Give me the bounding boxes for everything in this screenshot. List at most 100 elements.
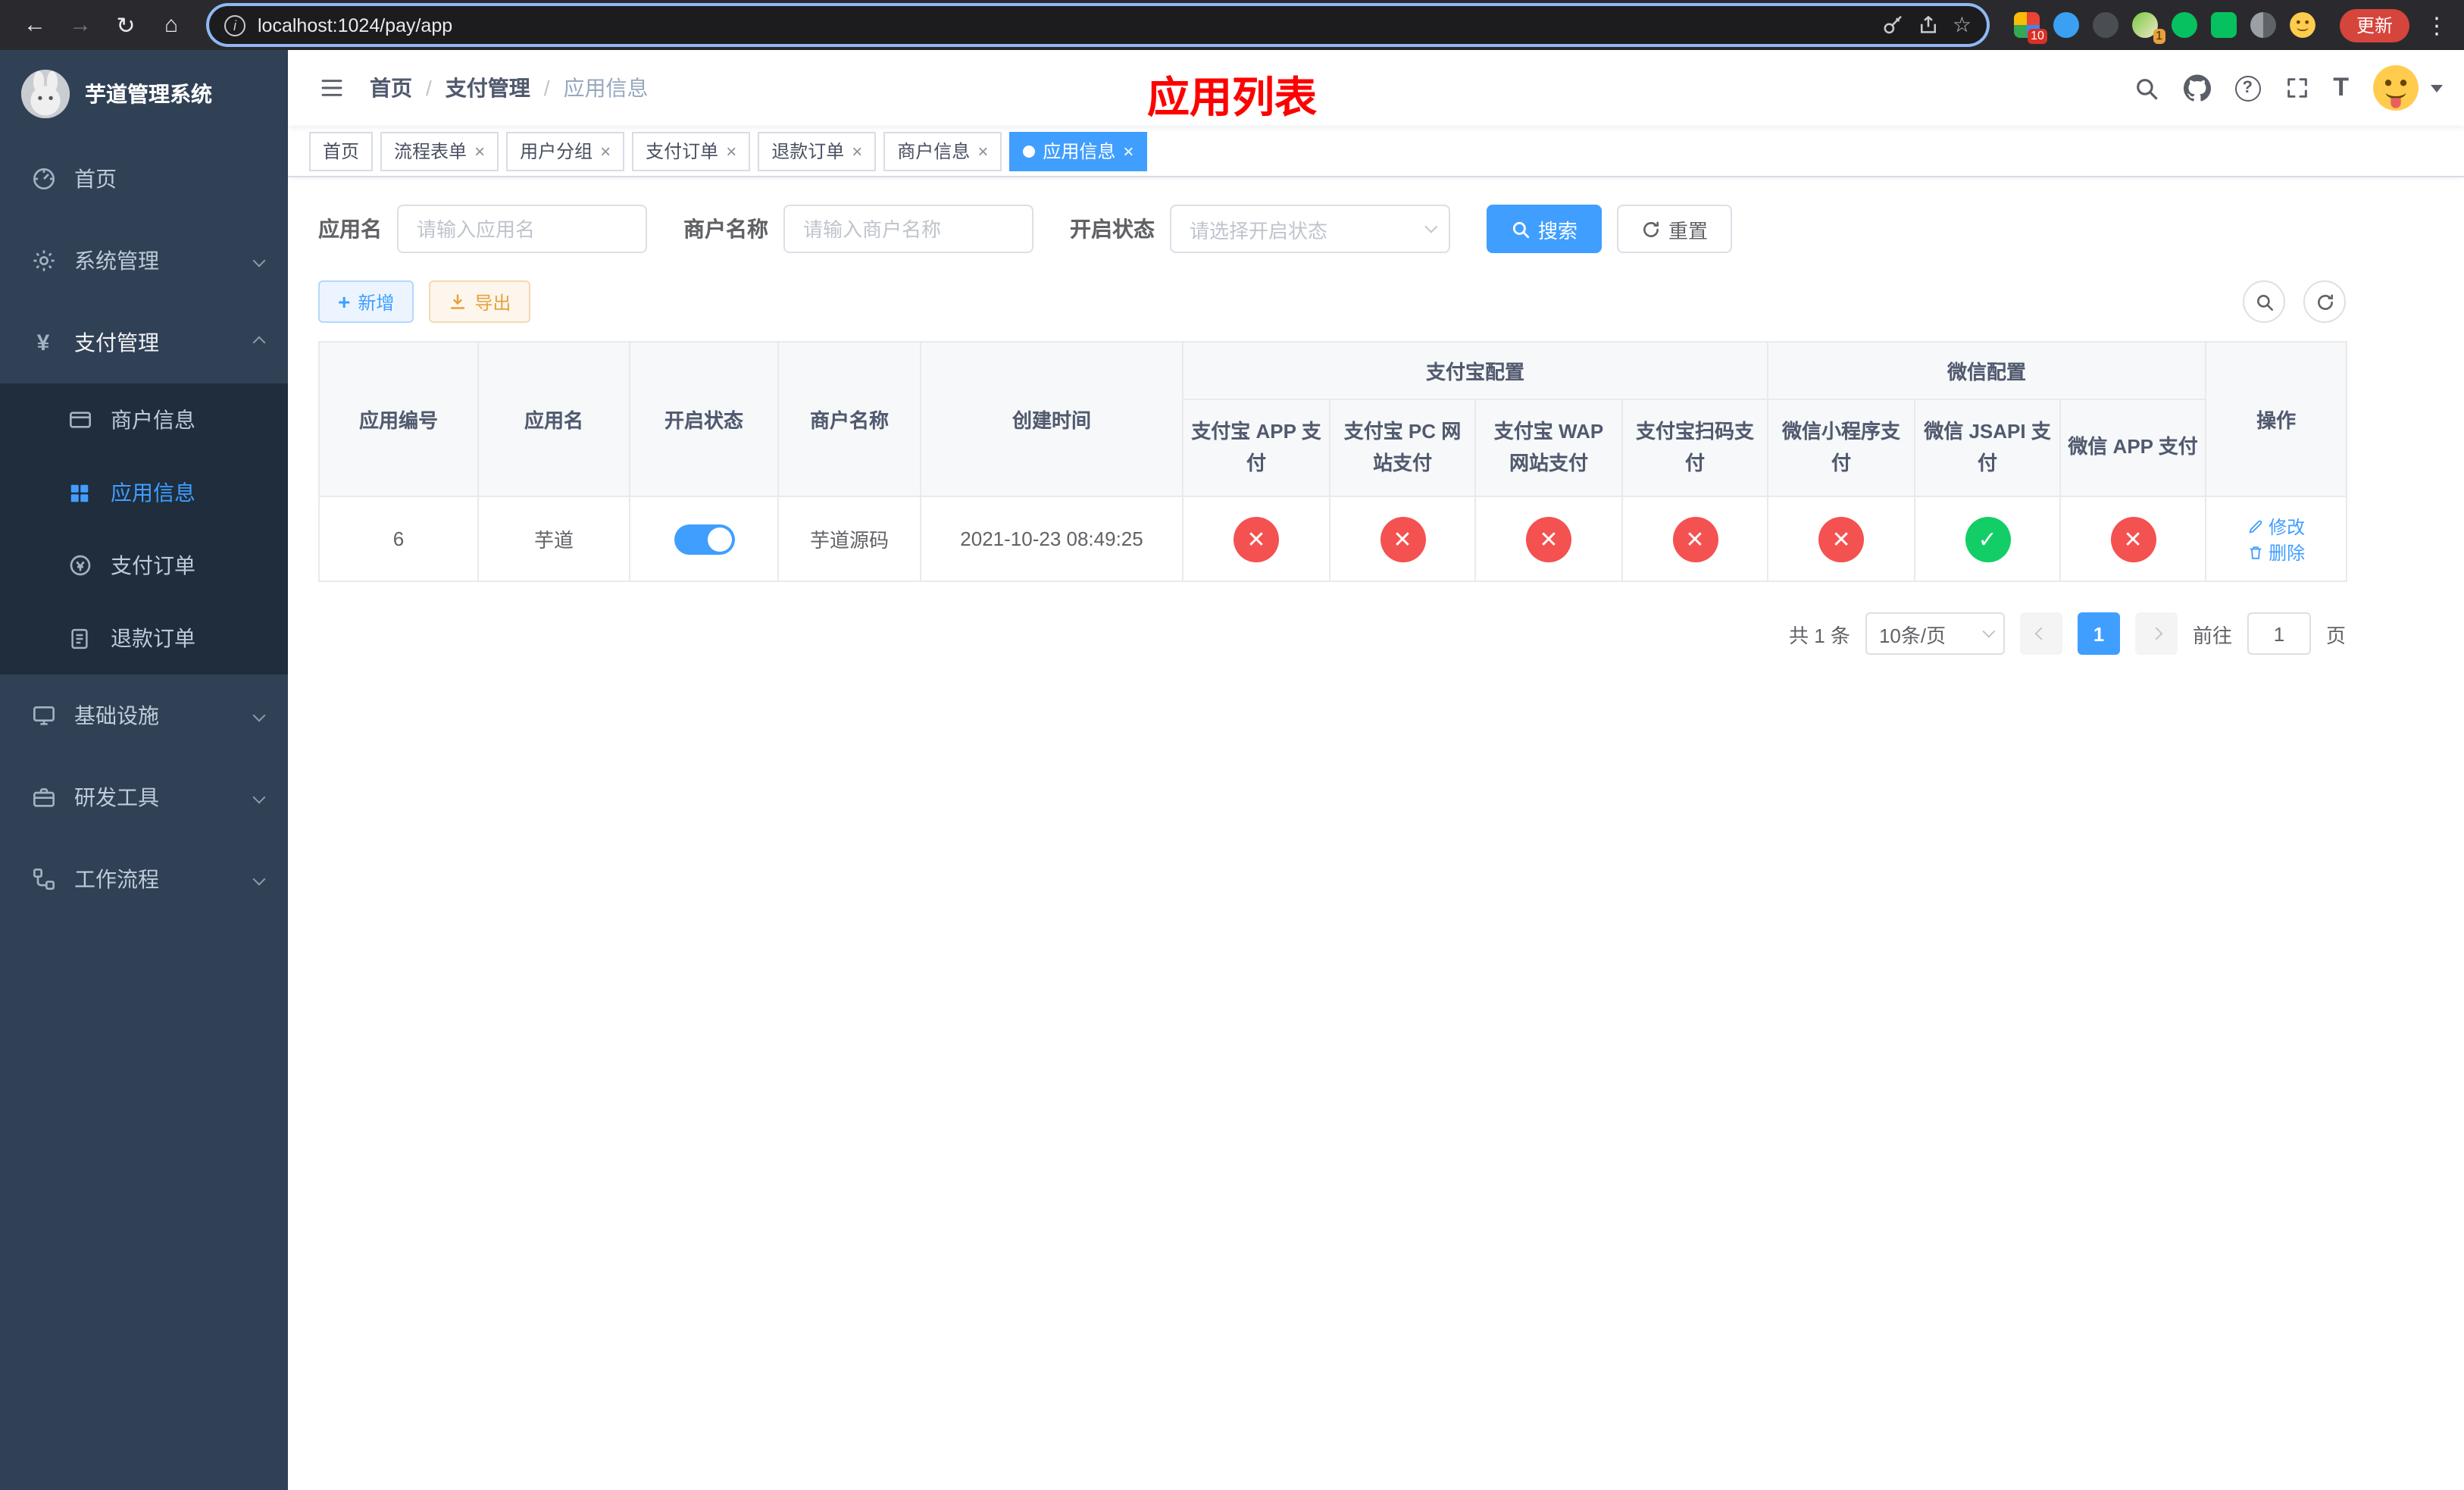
goto-page-input[interactable] <box>2247 612 2311 655</box>
extension-icon-pinwheel[interactable] <box>2250 12 2276 38</box>
next-page-button[interactable] <box>2134 612 2178 655</box>
extension-icon-avatar-green[interactable]: 1 <box>2131 12 2165 44</box>
page-size-select[interactable]: 10条/页 <box>1865 612 2005 655</box>
share-icon[interactable] <box>1918 14 1940 36</box>
help-icon[interactable]: ? <box>2234 75 2261 101</box>
chevron-up-icon <box>252 336 266 349</box>
tag-close-icon[interactable]: × <box>977 142 988 160</box>
toggle-search-button[interactable] <box>2243 280 2285 323</box>
extension-icon-blue-drop[interactable] <box>2053 12 2079 38</box>
tag-close-icon[interactable]: × <box>1123 142 1134 160</box>
sidebar-item-label: 基础设施 <box>74 703 159 728</box>
cell-wechat-lite: ✕ <box>1767 496 1916 582</box>
col-group-wechat: 微信配置 <box>1767 341 2207 400</box>
tag-close-icon[interactable]: × <box>726 142 736 160</box>
status-select[interactable]: 请选择开启状态 <box>1170 205 1450 253</box>
chevron-down-icon <box>252 709 266 722</box>
browser-update-button[interactable]: 更新 <box>2339 8 2409 42</box>
cell-create-time: 2021-10-23 08:49:25 <box>920 496 1184 582</box>
github-icon[interactable] <box>2183 74 2211 102</box>
refresh-table-button[interactable] <box>2303 280 2346 323</box>
cell-alipay-wap: ✕ <box>1474 496 1623 582</box>
tag-home[interactable]: 首页 <box>309 131 374 171</box>
page-content: 应用名 商户名称 开启状态 请选择开启状态 搜索 重置 <box>288 177 2464 682</box>
extension-icon-green-circle[interactable] <box>2171 12 2197 38</box>
avatar-caret-icon[interactable] <box>2431 84 2443 92</box>
sidebar-item-system[interactable]: 系统管理 <box>0 220 288 302</box>
sidebar-item-pay-order[interactable]: 支付订单 <box>0 529 288 602</box>
user-avatar[interactable] <box>2373 65 2419 111</box>
sidebar-item-label: 研发工具 <box>74 785 159 809</box>
extension-icon-green-square[interactable] <box>2210 12 2237 38</box>
sidebar-item-merchant-info[interactable]: 商户信息 <box>0 383 288 456</box>
extensions-cluster: 10 1 <box>2005 12 2325 44</box>
tag-close-icon[interactable]: × <box>600 142 611 160</box>
prev-page-button[interactable] <box>2019 612 2062 655</box>
app-table: 应用编号 应用名 开启状态 商户名称 创建时间 支付宝配置 微信配置 操作 支付… <box>318 341 2348 582</box>
sidebar-item-refund-order[interactable]: 退款订单 <box>0 602 288 675</box>
page-number-button[interactable]: 1 <box>2077 612 2120 655</box>
cell-wechat-jsapi: ✓ <box>1914 496 2062 582</box>
tag-pay-order[interactable]: 支付订单 × <box>632 131 751 171</box>
payment-submenu: 商户信息 应用信息 支付订单 退款订单 <box>0 383 288 675</box>
extension-icon-dark-circle[interactable] <box>2092 12 2118 38</box>
tag-app-info[interactable]: 应用信息 × <box>1009 131 1148 171</box>
fullscreen-icon[interactable] <box>2284 76 2309 100</box>
tags-view-bar: 首页 流程表单 × 用户分组 × 支付订单 × 退款订单 × 商户信息 × 应用… <box>288 126 2464 177</box>
sidebar-item-infra[interactable]: 基础设施 <box>0 675 288 756</box>
sidebar-item-payment[interactable]: ¥ 支付管理 <box>0 302 288 383</box>
edit-link-label: 修改 <box>2269 516 2306 537</box>
delete-link[interactable]: 删除 <box>2247 539 2305 565</box>
tag-user-group[interactable]: 用户分组 × <box>506 131 625 171</box>
merchant-name-input[interactable] <box>783 205 1033 253</box>
col-group-alipay: 支付宝配置 <box>1181 341 1769 400</box>
site-info-icon[interactable]: i <box>224 14 245 36</box>
edit-link[interactable]: 修改 <box>2247 513 2305 539</box>
reload-button[interactable]: ↻ <box>106 5 145 45</box>
tag-refund-order[interactable]: 退款订单 × <box>758 131 877 171</box>
top-navbar: 首页 / 支付管理 / 应用信息 应用列表 ? T <box>288 50 2464 126</box>
breadcrumb-section[interactable]: 支付管理 <box>446 73 530 103</box>
extension-icon-colorful[interactable]: 10 <box>2013 12 2047 44</box>
back-button[interactable]: ← <box>15 5 55 45</box>
browser-profile-avatar[interactable] <box>2289 12 2315 38</box>
header-search-icon[interactable] <box>2133 75 2159 101</box>
home-button[interactable]: ⌂ <box>152 5 191 45</box>
browser-menu-icon[interactable]: ⋮ <box>2425 11 2449 39</box>
navbar-right: ? T <box>2133 65 2443 111</box>
sidebar-item-devtools[interactable]: 研发工具 <box>0 756 288 838</box>
tag-close-icon[interactable]: × <box>474 142 485 160</box>
sidebar-item-home[interactable]: 首页 <box>0 138 288 220</box>
sidebar-item-workflow[interactable]: 工作流程 <box>0 838 288 920</box>
add-button[interactable]: + 新增 <box>318 280 414 323</box>
tag-label: 退款订单 <box>771 141 845 162</box>
tag-close-icon[interactable]: × <box>852 142 862 160</box>
breadcrumb-home[interactable]: 首页 <box>370 73 412 103</box>
export-button[interactable]: 导出 <box>429 280 531 323</box>
main-area: 首页 / 支付管理 / 应用信息 应用列表 ? T 首页 流程表单 × 用户分组… <box>288 50 2464 1490</box>
chevron-down-icon <box>1424 220 1438 233</box>
bookmark-star-icon[interactable]: ☆ <box>1953 12 1972 38</box>
status-toggle[interactable] <box>674 524 734 554</box>
font-size-icon[interactable]: T <box>2333 73 2349 103</box>
app-logo-row[interactable]: 芋道管理系统 <box>0 50 288 138</box>
tag-process-form[interactable]: 流程表单 × <box>380 131 499 171</box>
address-bar[interactable]: i localhost:1024/pay/app ☆ <box>209 6 1987 44</box>
pagination: 共 1 条 10条/页 1 前往 页 <box>318 612 2346 655</box>
password-key-icon[interactable] <box>1883 14 1906 36</box>
breadcrumb-separator: / <box>543 76 550 100</box>
status-fail-icon: ✕ <box>1672 516 1718 562</box>
tag-merchant-info[interactable]: 商户信息 × <box>883 131 1002 171</box>
delete-link-label: 删除 <box>2269 542 2306 563</box>
toggle-knob <box>707 527 731 551</box>
reset-button[interactable]: 重置 <box>1617 205 1733 253</box>
app-name-input[interactable] <box>397 205 647 253</box>
sidebar-item-app-info[interactable]: 应用信息 <box>0 456 288 529</box>
goto-label: 前往 <box>2192 624 2232 646</box>
forward-button[interactable]: → <box>61 5 100 45</box>
gear-icon <box>30 249 56 273</box>
col-header-merchant-name: 商户名称 <box>777 341 921 497</box>
sidebar-collapse-icon[interactable] <box>309 76 355 100</box>
search-button[interactable]: 搜索 <box>1487 205 1603 253</box>
status-fail-icon: ✕ <box>2110 516 2156 562</box>
